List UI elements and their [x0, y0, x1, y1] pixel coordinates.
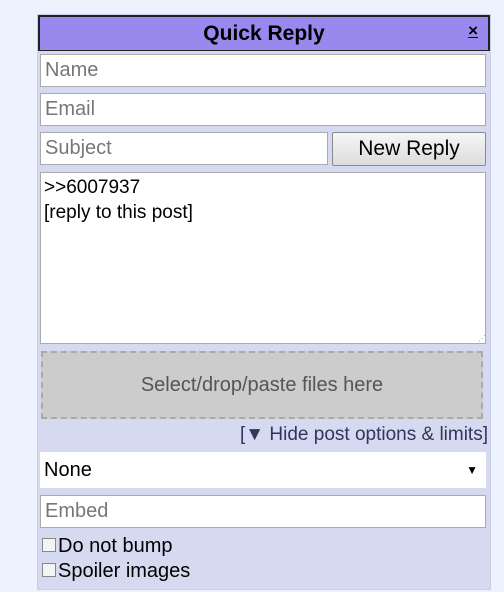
spoiler-images-checkbox[interactable]	[42, 563, 56, 577]
resize-grip-icon[interactable]: ⋰	[478, 335, 486, 343]
flag-select[interactable]: None ▼	[40, 452, 486, 488]
do-not-bump-label: Do not bump	[58, 535, 173, 557]
embed-field[interactable]	[40, 495, 486, 528]
close-icon[interactable]: ×	[468, 21, 478, 41]
spoiler-images-option[interactable]: Spoiler images	[42, 560, 190, 582]
chevron-down-icon: ▼	[466, 463, 478, 477]
email-field[interactable]	[40, 93, 486, 126]
quick-reply-titlebar[interactable]: Quick Reply ×	[38, 15, 490, 51]
quick-reply-form: Quick Reply × New Reply ⋰ Select/drop/pa…	[38, 15, 490, 589]
do-not-bump-option[interactable]: Do not bump	[42, 535, 173, 557]
post-options-toggle[interactable]: [▼ Hide post options & limits]	[240, 424, 488, 446]
subject-field[interactable]	[40, 132, 328, 165]
spoiler-images-label: Spoiler images	[58, 560, 191, 582]
flag-select-value: None	[44, 459, 92, 481]
hide-options-link[interactable]: [▼ Hide post options & limits]	[240, 424, 488, 445]
do-not-bump-checkbox[interactable]	[42, 538, 56, 552]
file-dropzone[interactable]: Select/drop/paste files here	[41, 351, 483, 419]
new-reply-button[interactable]: New Reply	[332, 132, 486, 166]
comment-textarea[interactable]	[40, 172, 486, 344]
name-field[interactable]	[40, 54, 486, 87]
quick-reply-title: Quick Reply	[203, 22, 325, 45]
